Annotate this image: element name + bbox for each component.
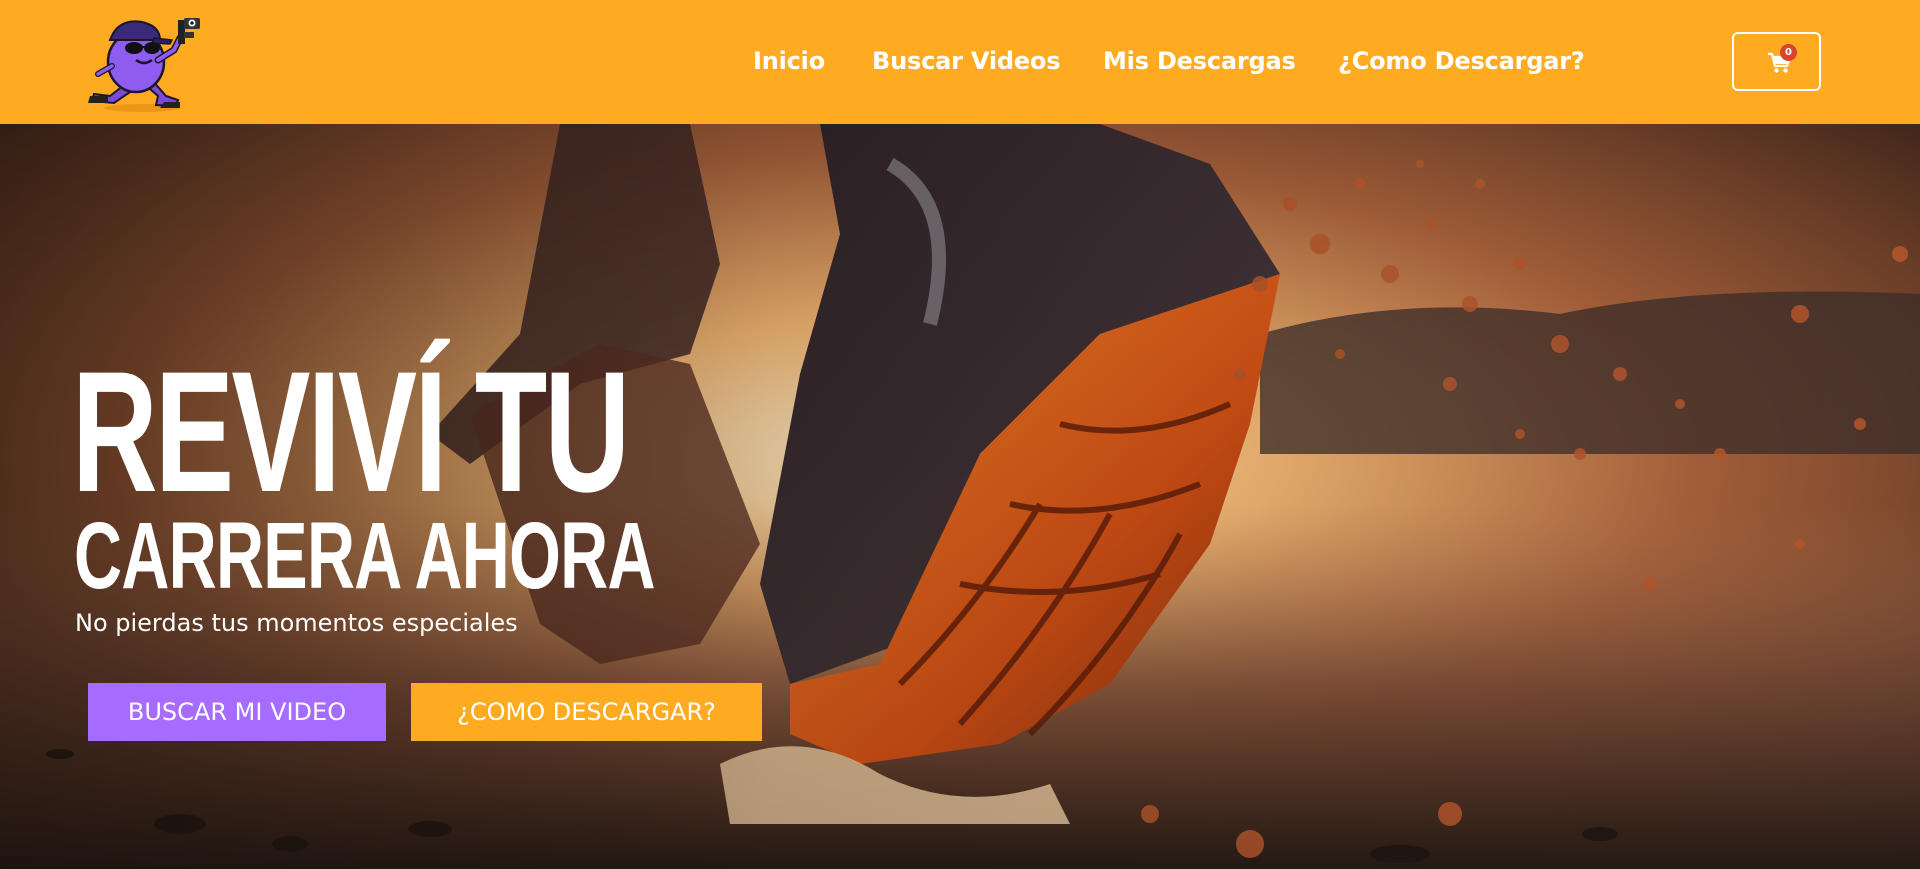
how-to-download-button[interactable]: ¿COMO DESCARGAR? (411, 683, 762, 741)
nav-link-como-descargar[interactable]: ¿Como Descargar? (1338, 44, 1585, 78)
nav-link-mis-descargas[interactable]: Mis Descargas (1103, 44, 1296, 78)
main-nav: Inicio Buscar Videos Mis Descargas ¿Como… (0, 0, 1920, 124)
hero-title-line-1: REVIVÍ TU (72, 336, 630, 528)
cart-count-badge: 0 (1780, 44, 1797, 61)
hero-section: REVIVÍ TU CARRERA AHORA No pierdas tus m… (0, 124, 1920, 869)
nav-link-inicio[interactable]: Inicio (753, 44, 825, 78)
site-header: Inicio Buscar Videos Mis Descargas ¿Como… (0, 0, 1920, 124)
hero-title-line-2: CARRERA AHORA (74, 503, 655, 609)
search-video-button[interactable]: BUSCAR MI VIDEO (88, 683, 386, 741)
hero-subtitle: No pierdas tus momentos especiales (75, 609, 518, 637)
nav-link-buscar-videos[interactable]: Buscar Videos (872, 44, 1060, 78)
cart-button[interactable]: 0 (1732, 32, 1821, 91)
